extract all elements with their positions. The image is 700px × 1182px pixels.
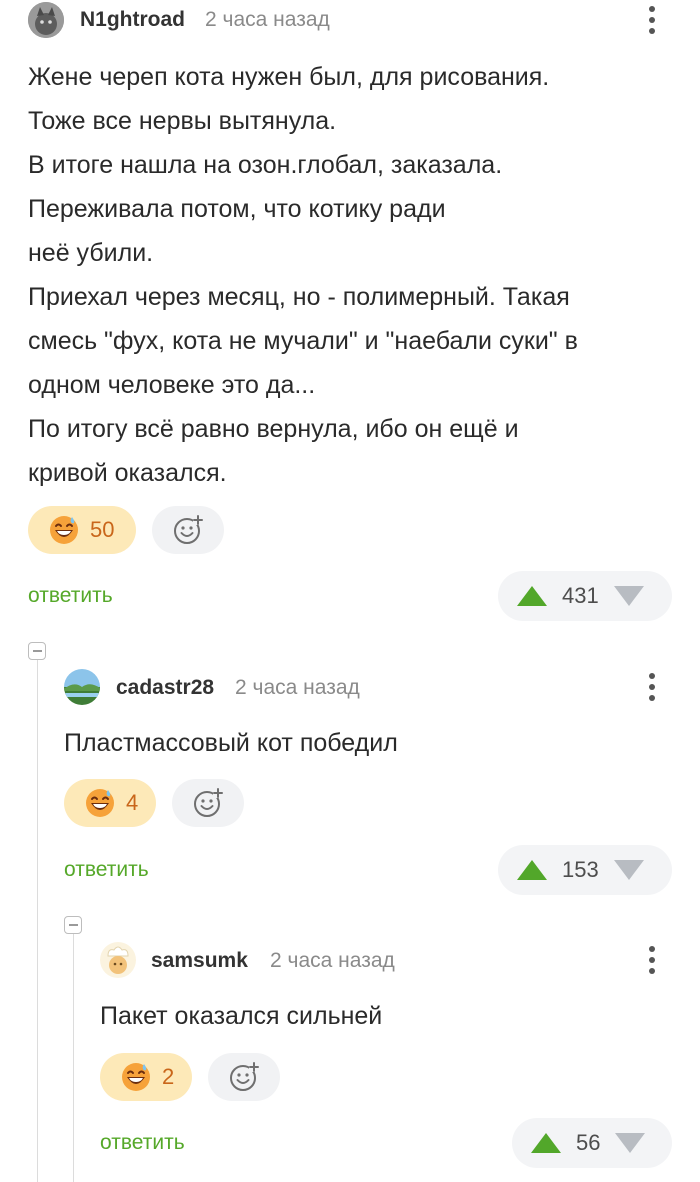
reaction-button[interactable]: 4	[64, 779, 156, 827]
timestamp: 2 часа назад	[270, 949, 395, 972]
reply-link[interactable]: ответить	[64, 858, 149, 882]
avatar[interactable]	[28, 2, 64, 38]
comment-line: Пластмассовый кот победил	[64, 729, 398, 757]
rating-value: 153	[562, 857, 599, 882]
reply-link[interactable]: ответить	[28, 584, 113, 608]
comment-line: Пакет оказался сильней	[100, 1002, 383, 1030]
grinning-sweat-emoji-icon	[50, 516, 78, 544]
username[interactable]: cadastr28	[116, 676, 214, 700]
reaction-button[interactable]: 50	[28, 506, 136, 554]
more-vertical-icon[interactable]	[647, 6, 657, 34]
more-vertical-icon[interactable]	[647, 673, 657, 701]
comment-line: По итогу всё равно вернула, ибо он ещё и	[28, 415, 519, 443]
upvote-triangle-icon	[517, 586, 547, 606]
thread-line	[73, 934, 74, 1182]
upvote-button[interactable]	[530, 1132, 562, 1154]
comment-line: Жене череп кота нужен был, для рисования…	[28, 63, 550, 91]
reaction-button[interactable]: 2	[100, 1053, 192, 1101]
rating-value: 56	[576, 1130, 601, 1155]
comment-line: Приехал через месяц, но - полимерный. Та…	[28, 283, 570, 311]
comment-line: смесь "фух, кота не мучали" и "наебали с…	[28, 327, 578, 355]
grinning-sweat-emoji-icon	[122, 1063, 150, 1091]
comment-line: кривой оказался.	[28, 459, 227, 487]
add-reaction-button[interactable]	[172, 779, 244, 827]
cat-avatar-icon	[28, 2, 64, 38]
upvote-button[interactable]	[516, 585, 548, 607]
reply-link[interactable]: ответить	[100, 1131, 185, 1155]
grinning-sweat-emoji-icon	[86, 789, 114, 817]
vote-widget: 153	[498, 845, 672, 895]
avatar[interactable]	[100, 942, 136, 978]
comment-line: Переживала потом, что котику ради	[28, 195, 446, 223]
upvote-triangle-icon	[517, 860, 547, 880]
add-reaction-icon	[230, 1062, 259, 1091]
downvote-triangle-icon	[613, 860, 644, 880]
add-reaction-button[interactable]	[208, 1053, 280, 1101]
reaction-count: 50	[90, 517, 115, 542]
downvote-button[interactable]	[613, 859, 645, 881]
vote-widget: 431	[498, 571, 672, 621]
reaction-count: 2	[162, 1064, 175, 1089]
username[interactable]: samsumk	[151, 949, 248, 973]
avatar[interactable]	[64, 669, 100, 705]
username[interactable]: N1ghtroad	[80, 8, 185, 32]
reaction-count: 4	[126, 790, 139, 815]
chef-avatar-icon	[100, 942, 136, 978]
add-reaction-icon	[174, 515, 203, 544]
timestamp: 2 часа назад	[205, 8, 330, 31]
landscape-avatar-icon	[64, 669, 100, 705]
thread-line	[37, 660, 38, 1182]
downvote-button[interactable]	[614, 1132, 646, 1154]
upvote-triangle-icon	[531, 1133, 561, 1153]
add-reaction-icon	[194, 788, 223, 817]
comment-line: В итоге нашла на озон.глобал, заказала.	[28, 151, 503, 179]
comment-line: одном человеке это да...	[28, 371, 316, 399]
vote-widget: 56	[512, 1118, 672, 1168]
downvote-triangle-icon	[615, 1133, 646, 1153]
comment-line: неё убили.	[28, 239, 154, 267]
downvote-triangle-icon	[613, 586, 644, 606]
rating-value: 431	[562, 583, 599, 608]
add-reaction-button[interactable]	[152, 506, 224, 554]
more-vertical-icon[interactable]	[647, 946, 657, 974]
collapse-thread-icon[interactable]	[28, 642, 46, 660]
collapse-thread-icon[interactable]	[64, 916, 82, 934]
comment-line: Тоже все нервы вытянула.	[28, 107, 337, 135]
downvote-button[interactable]	[613, 585, 645, 607]
timestamp: 2 часа назад	[235, 676, 360, 699]
upvote-button[interactable]	[516, 859, 548, 881]
